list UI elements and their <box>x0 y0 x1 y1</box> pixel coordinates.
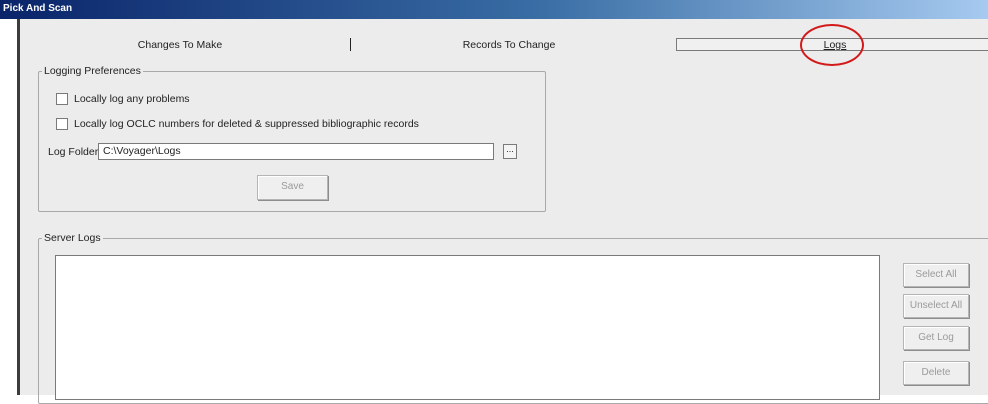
log-problems-checkbox[interactable] <box>56 93 68 106</box>
tab-separator <box>350 38 351 51</box>
server-logs-list[interactable] <box>55 255 880 400</box>
log-oclc-option[interactable]: Locally log OCLC numbers for deleted & s… <box>56 117 419 131</box>
unselect-all-button[interactable]: Unselect All <box>903 294 969 318</box>
red-highlight-circle <box>800 24 864 66</box>
tab-changes-to-make[interactable]: Changes To Make <box>125 30 235 60</box>
log-problems-label: Locally log any problems <box>74 93 190 105</box>
server-logs-legend: Server Logs <box>44 232 101 244</box>
delete-button[interactable]: Delete <box>903 361 969 385</box>
select-all-button[interactable]: Select All <box>903 263 969 287</box>
log-oclc-label: Locally log OCLC numbers for deleted & s… <box>74 118 419 130</box>
log-problems-option[interactable]: Locally log any problems <box>56 92 190 106</box>
title-bar[interactable]: Pick And Scan <box>0 0 988 19</box>
tab-records-to-change[interactable]: Records To Change <box>450 30 568 60</box>
tab-records-to-change-label: Records To Change <box>462 39 556 51</box>
log-oclc-checkbox[interactable] <box>56 118 68 131</box>
save-button[interactable]: Save <box>257 175 328 200</box>
tab-changes-to-make-label: Changes To Make <box>137 39 223 51</box>
logging-preferences-legend: Logging Preferences <box>44 65 141 77</box>
get-log-button[interactable]: Get Log <box>903 326 969 350</box>
pick-and-scan-window: Pick And Scan Changes To Make Records To… <box>0 0 988 404</box>
browse-folder-button[interactable]: ... <box>503 144 517 159</box>
log-folder-label: Log Folder: <box>48 146 102 158</box>
log-folder-field[interactable]: C:\Voyager\Logs <box>98 143 494 160</box>
window-title: Pick And Scan <box>3 3 73 14</box>
